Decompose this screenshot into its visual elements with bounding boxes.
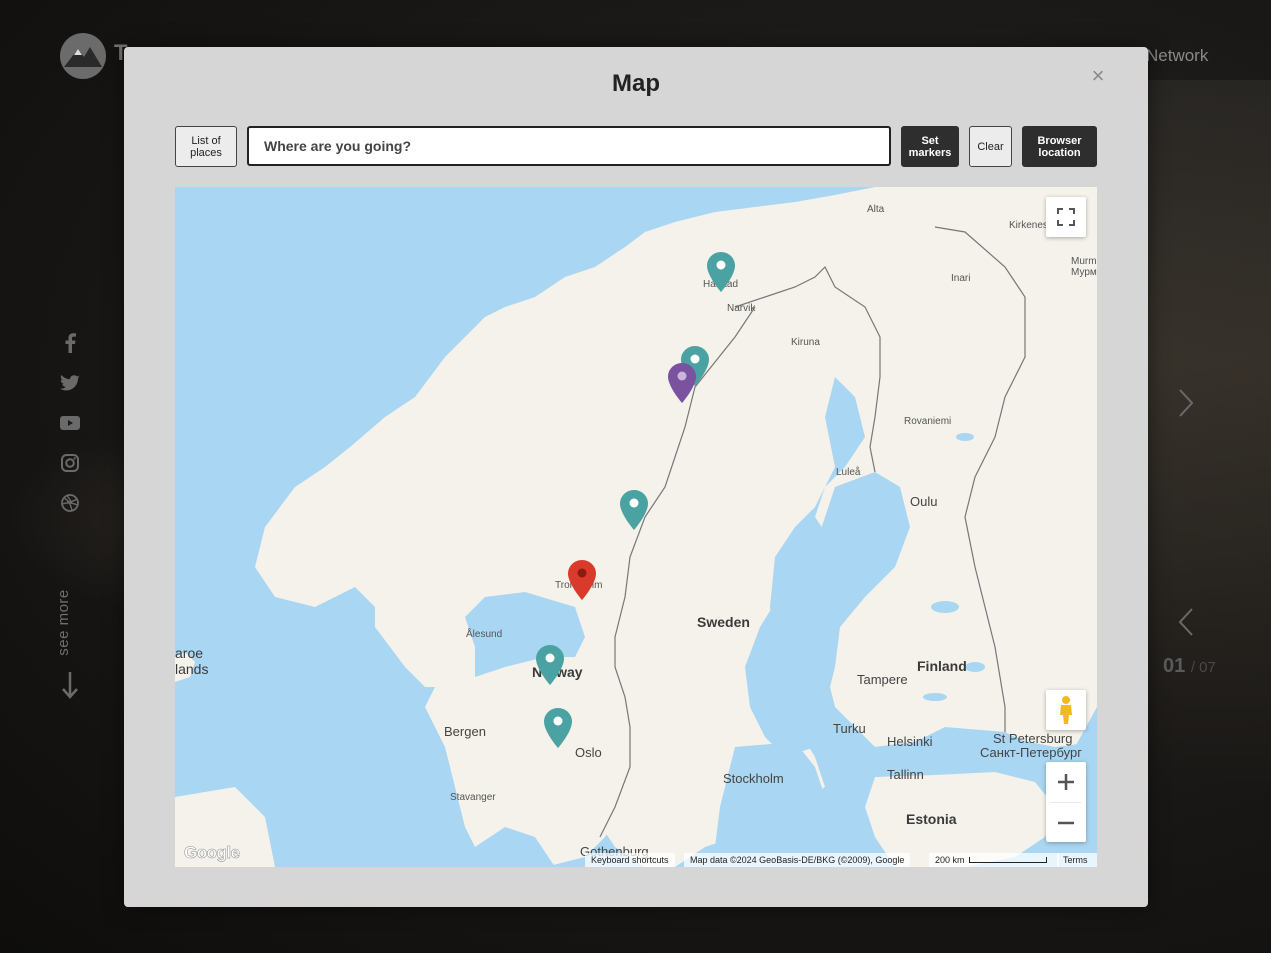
terms-link[interactable]: Terms <box>1057 853 1097 867</box>
map-label-lulea: Luleå <box>836 467 861 478</box>
map-marker-teal[interactable] <box>543 707 573 749</box>
map-scale[interactable]: 200 km <box>929 853 1059 867</box>
chevron-right-icon[interactable] <box>1176 388 1196 423</box>
map-label-murm-cyr: Мурм <box>1071 267 1097 278</box>
map-label-alesund: Ålesund <box>466 629 503 640</box>
close-icon[interactable]: × <box>1087 65 1109 87</box>
slide-counter: 01 / 07 <box>1163 655 1216 678</box>
see-more-link[interactable]: see more <box>46 589 96 656</box>
slide-counter-total: / 07 <box>1190 659 1216 676</box>
arrow-down-icon[interactable] <box>60 670 80 705</box>
map-label-murm: Murm <box>1071 256 1097 267</box>
map-label-narvik: Narvik <box>727 303 756 314</box>
chevron-left-icon[interactable] <box>1176 607 1196 642</box>
map-label-rovaniemi: Rovaniemi <box>904 416 952 427</box>
instagram-icon[interactable] <box>58 451 82 475</box>
map-label-st-petersburg: St Petersburg <box>993 731 1073 746</box>
dribbble-icon[interactable] <box>58 491 82 515</box>
map-marker-teal[interactable] <box>619 489 649 531</box>
map-label-stavanger: Stavanger <box>450 792 496 803</box>
map-label-faroe-1: aroe <box>175 645 204 661</box>
fullscreen-icon[interactable] <box>1046 197 1086 237</box>
zoom-control <box>1046 762 1086 842</box>
map-canvas[interactable]: Alta Kirkenes Murm Мурм Inari Harstad Na… <box>175 187 1097 867</box>
map-label-finland: Finland <box>917 658 967 674</box>
zoom-in-icon[interactable] <box>1046 762 1086 802</box>
set-markers-button[interactable]: Set markers <box>901 126 959 167</box>
map-marker-red[interactable] <box>567 559 597 601</box>
clear-button[interactable]: Clear <box>969 126 1012 167</box>
map-label-st-petersburg-cyr: Санкт-Петербург <box>980 745 1082 760</box>
zoom-out-icon[interactable] <box>1046 803 1086 842</box>
map-label-oslo: Oslo <box>575 745 602 760</box>
youtube-icon[interactable] <box>58 411 82 435</box>
map-label-bergen: Bergen <box>444 724 486 739</box>
search-input[interactable] <box>247 126 891 166</box>
map-attribution: Map data ©2024 GeoBasis-DE/BKG (©2009), … <box>684 853 911 867</box>
browser-location-button[interactable]: Browser location <box>1022 126 1097 167</box>
map-label-turku: Turku <box>833 721 866 736</box>
nav-network-link[interactable]: Network <box>1146 46 1208 66</box>
map-marker-teal[interactable] <box>706 251 736 293</box>
slide-counter-current: 01 <box>1163 655 1186 677</box>
map-scale-bar <box>968 857 1047 863</box>
map-label-oulu: Oulu <box>910 494 938 509</box>
map-label-estonia: Estonia <box>906 811 957 827</box>
site-logo[interactable] <box>60 33 106 79</box>
map-label-sweden: Sweden <box>697 614 750 630</box>
map-label-inari: Inari <box>951 273 971 284</box>
map-label-tampere: Tampere <box>857 672 908 687</box>
google-logo[interactable]: Google <box>184 843 241 863</box>
keyboard-shortcuts-link[interactable]: Keyboard shortcuts <box>585 853 675 867</box>
map-marker-purple[interactable] <box>667 362 697 404</box>
map-label-tallinn: Tallinn <box>887 767 924 782</box>
map-modal: Map × List of places Set markers Clear B… <box>124 47 1148 907</box>
map-label-stockholm: Stockholm <box>723 771 784 786</box>
map-label-kiruna: Kiruna <box>791 337 820 348</box>
map-label-alta: Alta <box>867 204 885 215</box>
map-scale-label: 200 km <box>935 855 965 865</box>
pegman-icon[interactable] <box>1046 690 1086 730</box>
map-marker-teal[interactable] <box>535 644 565 686</box>
see-more-label: see more <box>54 589 72 656</box>
modal-title: Map <box>612 70 660 97</box>
map-label-helsinki: Helsinki <box>887 734 933 749</box>
list-of-places-button[interactable]: List of places <box>175 126 237 167</box>
facebook-icon[interactable] <box>58 331 82 355</box>
map-label-faroe-2: lands <box>175 661 209 677</box>
twitter-icon[interactable] <box>58 371 82 395</box>
map-label-kirkenes: Kirkenes <box>1009 220 1048 231</box>
